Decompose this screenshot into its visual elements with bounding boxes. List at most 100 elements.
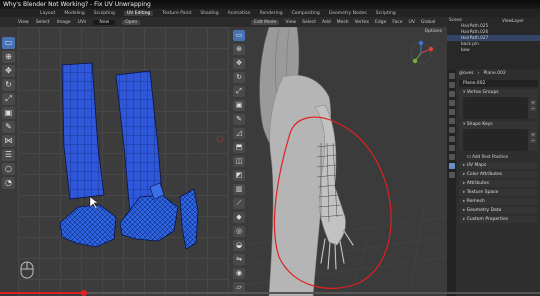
workspace-tab[interactable]: Shading	[200, 11, 218, 16]
workspace-tab[interactable]: UV Editing	[123, 10, 154, 16]
vp-menu-edge[interactable]: Edge	[375, 20, 386, 25]
transform-orientation[interactable]: Global	[421, 20, 435, 25]
attributes-header[interactable]: Attributes	[459, 180, 538, 187]
rotate-icon[interactable]: ↻	[233, 72, 245, 83]
navigation-gizmo[interactable]	[410, 40, 434, 64]
move-icon[interactable]: ✥	[2, 65, 15, 77]
remove-button[interactable]: −	[530, 138, 536, 143]
scale-icon[interactable]: ⤢	[2, 93, 15, 105]
world-tab-icon[interactable]	[448, 118, 455, 124]
workspace-tab[interactable]: Modeling	[64, 11, 84, 16]
vp-menu-face[interactable]: Face	[392, 20, 402, 25]
knife-icon[interactable]: ⟋	[233, 198, 245, 209]
tool-tab-icon[interactable]	[448, 73, 455, 79]
add-button[interactable]: +	[530, 132, 536, 137]
geometry-data-header[interactable]: Geometry Data	[459, 207, 538, 214]
properties-editor[interactable]: gloves › Plane.002 Plane.002 Vertex Grou…	[447, 69, 540, 296]
image-open-button[interactable]: Open	[122, 19, 141, 25]
select-icon[interactable]: ▭	[233, 30, 245, 41]
scale-icon[interactable]: ⤢	[233, 86, 245, 97]
annotate-icon[interactable]: ✎	[2, 121, 15, 133]
relax-icon[interactable]: ○	[2, 163, 15, 175]
cursor-icon[interactable]: ⊕	[2, 51, 15, 63]
loop-cut-icon[interactable]: ▥	[233, 184, 245, 195]
transform-icon[interactable]: ▣	[233, 100, 245, 111]
modifier-tab-icon[interactable]	[448, 136, 455, 142]
object-tab-icon[interactable]	[448, 127, 455, 133]
render-tab-icon[interactable]	[448, 82, 455, 88]
output-tab-icon[interactable]	[448, 91, 455, 97]
pinch-icon[interactable]: ◔	[2, 177, 15, 189]
uv-menu-uvs[interactable]: UVs	[78, 20, 87, 25]
view-layer-tab-icon[interactable]	[448, 100, 455, 106]
workspace-tab[interactable]: Animation	[228, 11, 251, 16]
rip-icon[interactable]: ⋈	[2, 135, 15, 147]
vp-menu-add[interactable]: Add	[322, 20, 331, 25]
workspace-tab[interactable]: Scripting	[376, 11, 396, 16]
particles-tab-icon[interactable]	[448, 145, 455, 151]
vp-menu-view[interactable]: View	[285, 20, 296, 25]
vertex-groups-panel[interactable]: Vertex Groups +−	[459, 89, 538, 119]
uv-islands[interactable]	[0, 27, 229, 296]
outliner-row[interactable]: bow	[447, 47, 540, 53]
texture-space-header[interactable]: Texture Space	[459, 189, 538, 196]
annotate-icon[interactable]: ✎	[233, 114, 245, 125]
select-box-icon[interactable]: ▭	[2, 37, 15, 49]
viewport-scene[interactable]	[229, 17, 447, 296]
bevel-icon[interactable]: ◩	[233, 170, 245, 181]
remesh-header[interactable]: Remesh	[459, 198, 538, 205]
transform-icon[interactable]: ▣	[2, 107, 15, 119]
mesh-name-field[interactable]: Plane.002	[459, 80, 538, 87]
uv-menu-image[interactable]: Image	[57, 20, 71, 25]
workspace-tab[interactable]: Sculpting	[94, 11, 115, 16]
vertex-groups-header[interactable]: Vertex Groups	[459, 89, 538, 96]
material-tab-icon[interactable]	[448, 172, 455, 178]
workspace-tab[interactable]: Geometry Nodes	[329, 11, 367, 16]
mesh-data-tab-icon[interactable]	[448, 163, 455, 169]
uv-menu-select[interactable]: Select	[36, 20, 50, 25]
rotate-icon[interactable]: ↻	[2, 79, 15, 91]
uv-editor-header: View Select Image UVs New Open	[0, 17, 229, 27]
add-rest-position-checkbox[interactable]: ☐ Add Rest Position	[457, 153, 540, 160]
inset-icon[interactable]: ◫	[233, 156, 245, 167]
color-attributes-header[interactable]: Color Attributes	[459, 171, 538, 178]
custom-properties-header[interactable]: Custom Properties	[459, 216, 538, 223]
workspace-tab[interactable]: Layout	[40, 11, 55, 16]
spin-icon[interactable]: ◎	[233, 226, 245, 237]
outliner[interactable]: Scene ViewLayer HairPath.025 HairPath.02…	[447, 17, 540, 69]
shrink-icon[interactable]: ◉	[233, 268, 245, 279]
edge-slide-icon[interactable]: ⇋	[233, 254, 245, 265]
vp-menu-select[interactable]: Select	[302, 20, 316, 25]
vp-menu-mesh[interactable]: Mesh	[337, 20, 349, 25]
physics-tab-icon[interactable]	[448, 154, 455, 160]
workspace-tab[interactable]: Texture Paint	[162, 11, 191, 16]
vp-menu-vertex[interactable]: Vertex	[355, 20, 369, 25]
mode-dropdown[interactable]: Edit Mode	[251, 19, 280, 25]
shape-keys-list[interactable]	[463, 129, 528, 151]
workspace-tab[interactable]: Compositing	[292, 11, 320, 16]
shape-keys-header[interactable]: Shape Keys	[459, 121, 538, 128]
shape-keys-panel[interactable]: Shape Keys +−	[459, 121, 538, 151]
uv-editor[interactable]: View Select Image UVs New Open ▭ ⊕ ✥ ↻ ⤢…	[0, 17, 229, 296]
smooth-icon[interactable]: ◒	[233, 240, 245, 251]
measure-icon[interactable]: ◿	[233, 128, 245, 139]
grab-icon[interactable]: ☰	[2, 149, 15, 161]
poly-build-icon[interactable]: ◆	[233, 212, 245, 223]
extrude-icon[interactable]: ⬒	[233, 142, 245, 153]
scene-tab-icon[interactable]	[448, 109, 455, 115]
move-icon[interactable]: ✥	[233, 58, 245, 69]
uv-2d-cursor[interactable]	[216, 135, 224, 143]
add-button[interactable]: +	[530, 100, 536, 105]
options-dropdown[interactable]: Options	[425, 29, 442, 34]
cursor-icon[interactable]: ⊕	[233, 44, 245, 55]
uv-toolbar: ▭ ⊕ ✥ ↻ ⤢ ▣ ✎ ⋈ ☰ ○ ◔	[2, 37, 16, 189]
3d-viewport[interactable]: Edit Mode View Select Add Mesh Vertex Ed…	[229, 17, 447, 296]
uv-menu-view[interactable]: View	[18, 20, 29, 25]
remove-button[interactable]: −	[530, 106, 536, 111]
uv-maps-header[interactable]: UV Maps	[459, 162, 538, 169]
vp-menu-uv[interactable]: UV	[409, 20, 415, 25]
workspace-tab[interactable]: Rendering	[260, 11, 283, 16]
vertex-groups-list[interactable]	[463, 97, 528, 119]
image-new-button[interactable]: New	[93, 19, 116, 25]
video-progress-knob[interactable]	[80, 290, 87, 296]
